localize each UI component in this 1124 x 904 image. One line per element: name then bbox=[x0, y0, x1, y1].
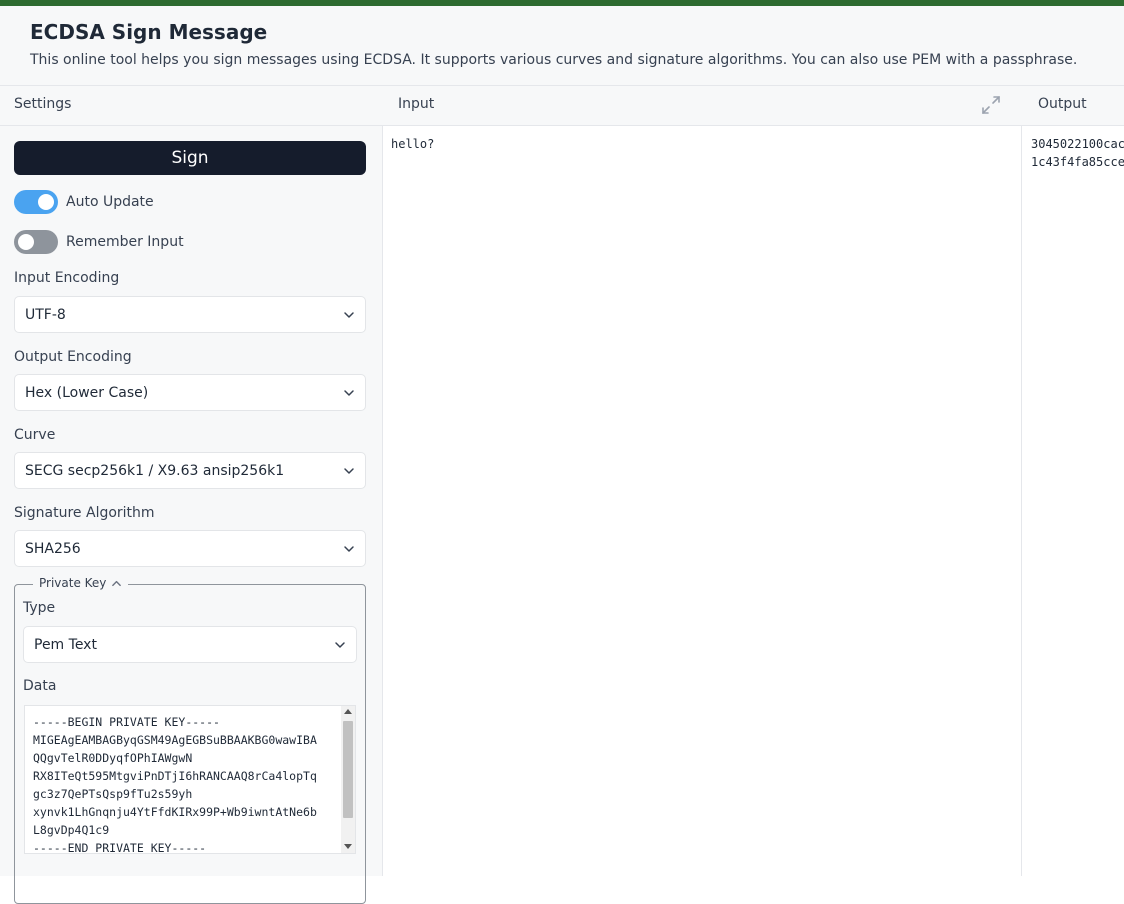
page-title: ECDSA Sign Message bbox=[30, 20, 268, 44]
remember-input-row: Remember Input bbox=[14, 230, 184, 254]
chevron-down-icon bbox=[344, 312, 354, 318]
remember-input-label: Remember Input bbox=[66, 234, 184, 250]
output-encoding-select[interactable]: Hex (Lower Case) bbox=[14, 374, 366, 411]
curve-value: SECG secp256k1 / X9.63 ansip256k1 bbox=[25, 463, 285, 479]
chevron-down-icon bbox=[344, 390, 354, 396]
key-data-textarea[interactable]: -----BEGIN PRIVATE KEY----- MIGEAgEAMBAG… bbox=[24, 705, 356, 854]
chevron-down-icon bbox=[344, 468, 354, 474]
settings-panel: Sign Auto Update Remember Input Input En… bbox=[0, 126, 383, 904]
column-headers: Settings Input Output bbox=[0, 86, 1124, 126]
private-key-legend[interactable]: Private Key bbox=[33, 576, 129, 590]
signature-algorithm-label: Signature Algorithm bbox=[14, 505, 155, 521]
chevron-down-icon bbox=[335, 642, 345, 648]
input-editor[interactable]: hello? bbox=[383, 126, 1022, 876]
output-text: 3045022100cac 1c43f4fa85cce bbox=[1031, 137, 1124, 169]
curve-label: Curve bbox=[14, 427, 56, 443]
signature-algorithm-select[interactable]: SHA256 bbox=[14, 530, 366, 567]
curve-select[interactable]: SECG secp256k1 / X9.63 ansip256k1 bbox=[14, 452, 366, 489]
output-heading: Output bbox=[1038, 96, 1087, 112]
key-data-label: Data bbox=[23, 678, 57, 694]
page-description: This online tool helps you sign messages… bbox=[30, 52, 1078, 68]
sign-button[interactable]: Sign bbox=[14, 141, 366, 175]
chevron-down-icon bbox=[344, 546, 354, 552]
key-type-select[interactable]: Pem Text bbox=[23, 626, 357, 663]
input-encoding-select[interactable]: UTF-8 bbox=[14, 296, 366, 333]
chevron-up-icon bbox=[112, 580, 122, 586]
private-key-section: Private Key Type Pem Text Data -----BEGI… bbox=[14, 576, 366, 904]
expand-icon[interactable] bbox=[979, 93, 1003, 117]
private-key-label: Private Key bbox=[39, 576, 107, 590]
scroll-down-arrow-icon[interactable] bbox=[344, 844, 352, 849]
output-encoding-value: Hex (Lower Case) bbox=[25, 385, 149, 401]
page-header: ECDSA Sign Message This online tool help… bbox=[0, 6, 1124, 86]
key-type-label: Type bbox=[23, 600, 56, 616]
settings-heading: Settings bbox=[14, 96, 72, 112]
auto-update-label: Auto Update bbox=[66, 194, 154, 210]
scroll-thumb[interactable] bbox=[343, 721, 353, 818]
input-text: hello? bbox=[391, 137, 435, 151]
auto-update-toggle[interactable] bbox=[14, 190, 58, 214]
input-heading: Input bbox=[398, 96, 435, 112]
key-type-value: Pem Text bbox=[34, 637, 97, 653]
output-panel[interactable]: 3045022100cac 1c43f4fa85cce bbox=[1022, 126, 1124, 876]
auto-update-row: Auto Update bbox=[14, 190, 154, 214]
key-data-text: -----BEGIN PRIVATE KEY----- MIGEAgEAMBAG… bbox=[33, 715, 317, 854]
signature-algorithm-value: SHA256 bbox=[25, 541, 81, 557]
key-data-scrollbar[interactable] bbox=[341, 706, 355, 853]
input-encoding-value: UTF-8 bbox=[25, 307, 66, 323]
scroll-up-arrow-icon[interactable] bbox=[344, 709, 352, 714]
remember-input-toggle[interactable] bbox=[14, 230, 58, 254]
output-encoding-label: Output Encoding bbox=[14, 349, 132, 365]
input-encoding-label: Input Encoding bbox=[14, 270, 120, 286]
